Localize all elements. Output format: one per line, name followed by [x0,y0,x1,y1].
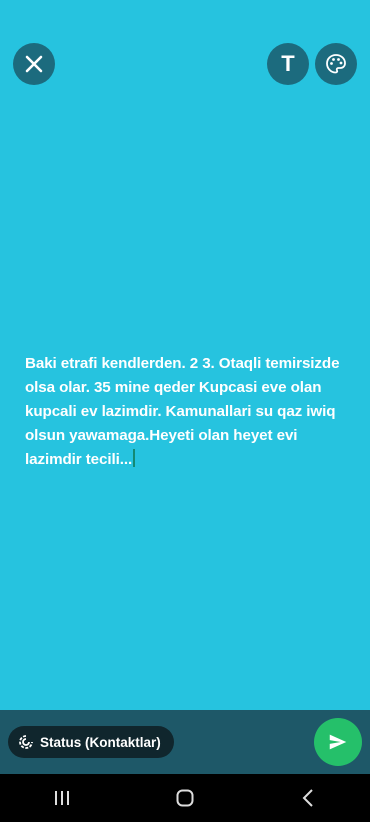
status-text-content: Baki etrafi kendlerden. 2 3. Otaqli temi… [25,355,340,468]
back-icon [302,789,314,807]
text-tool-button[interactable]: T [267,43,309,85]
text-tool-icon: T [281,51,295,76]
system-navigation-bar [0,774,370,822]
color-palette-button[interactable] [315,43,357,85]
send-icon [329,734,347,750]
status-audience-label: Status (Kontaktlar) [40,734,161,750]
status-icon [19,735,33,749]
recents-button[interactable] [32,774,92,822]
recents-icon [54,791,69,805]
home-icon [176,789,194,807]
send-button[interactable] [314,718,362,766]
palette-icon [326,54,346,74]
text-cursor [133,449,136,467]
back-button[interactable] [278,774,338,822]
composer-footer: Status (Kontaktlar) [0,710,370,774]
status-audience-button[interactable]: Status (Kontaktlar) [8,726,174,758]
home-button[interactable] [155,774,215,822]
status-text-input[interactable]: Baki etrafi kendlerden. 2 3. Otaqli temi… [25,352,345,472]
close-button[interactable] [13,43,55,85]
close-icon [25,55,43,73]
